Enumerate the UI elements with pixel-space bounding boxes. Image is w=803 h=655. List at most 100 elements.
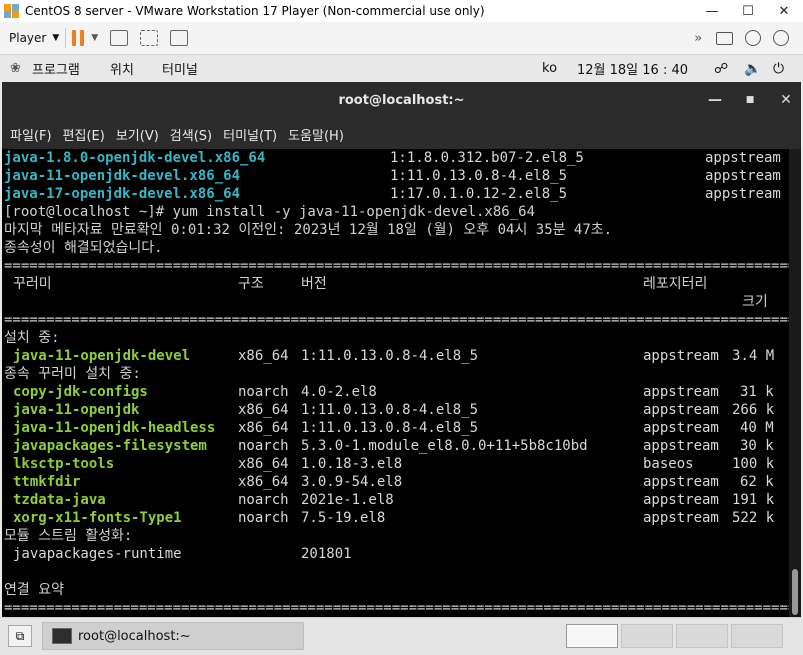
package-version: 1:11.0.13.0.8-4.el8_5 (390, 168, 568, 184)
package-arch: x86_64 (238, 348, 289, 364)
chevron-down-icon: ▼ (91, 33, 99, 43)
package-size: 3.4 M (732, 348, 775, 364)
package-version: 1:17.0.1.0.12-2.el8_5 (390, 186, 568, 202)
vmware-logo-icon (4, 4, 20, 18)
network-button[interactable] (773, 22, 790, 54)
workspace-3[interactable] (676, 624, 728, 648)
package-repo: appstream (643, 492, 719, 508)
terminal-maximize-button[interactable]: ■ (742, 92, 758, 108)
workspace-2[interactable] (621, 624, 673, 648)
taskbar-item-label: root@localhost:~ (78, 628, 191, 644)
show-desktop-button[interactable]: ⧉ (8, 625, 32, 647)
command-prompt-line: [root@localhost ~]# yum install -y java-… (4, 204, 536, 220)
cd-icon (745, 30, 762, 46)
terminal-close-button[interactable]: ✕ (778, 92, 794, 108)
forward-icon: » (694, 30, 703, 46)
module-label: 모듈 스트림 활성화: (4, 528, 133, 544)
terminal-scrollbar[interactable] (789, 149, 801, 617)
places-menu[interactable]: 위치 (110, 59, 134, 78)
menu-edit[interactable]: 편집(E) (63, 125, 105, 144)
network-icon (773, 30, 790, 46)
package-name: ttmkfdir (13, 474, 81, 490)
terminal-scrollbar-thumb[interactable] (792, 569, 798, 615)
close-button[interactable]: ✕ (766, 0, 802, 22)
activities-menu[interactable]: 프로그램 (32, 59, 80, 78)
unity-icon (170, 30, 189, 46)
menu-search[interactable]: 검색(S) (170, 125, 212, 144)
terminal-output[interactable]: java-1.8.0-openjdk-devel.x86_64 1:1.8.0.… (2, 149, 789, 617)
separator-line: ========================================… (4, 600, 789, 616)
package-name: xorg-x11-fonts-Type1 (13, 510, 182, 526)
app-menu[interactable]: 터미널 (162, 59, 198, 78)
terminal-minimize-button[interactable]: — (707, 92, 723, 108)
pause-button[interactable]: ▼ (72, 22, 98, 54)
package-size: 522 k (732, 510, 775, 526)
package-name: copy-jdk-configs (13, 384, 148, 400)
menu-file[interactable]: 파일(F) (10, 125, 52, 144)
package-arch: x86_64 (238, 474, 289, 490)
package-arch: noarch (238, 438, 289, 454)
package-arch: x86_64 (238, 420, 289, 436)
terminal-icon (52, 628, 72, 644)
deps-label: 종속 꾸러미 설치 중: (4, 366, 141, 382)
package-size: 31 k (740, 384, 774, 400)
package-version: 4.0-2.el8 (301, 384, 377, 400)
taskbar-item-terminal[interactable]: root@localhost:~ (42, 622, 304, 650)
input-method-indicator[interactable]: ko (542, 61, 557, 76)
workspace-4[interactable] (731, 624, 783, 648)
send-ctrl-alt-del-button[interactable] (110, 22, 129, 54)
package-repo: appstream (643, 420, 719, 436)
metadata-line: 마지막 메타자료 만료확인 0:01:32 이전인: 2023년 12월 18일… (4, 222, 613, 238)
table-row: ttmkfdir x86_64 3.0.9-54.el8 appstream 6… (4, 473, 774, 491)
network-status-icon[interactable]: ☍ (714, 61, 728, 77)
package-version: 1.0.18-3.el8 (301, 456, 403, 472)
window-title: CentOS 8 server - VMware Workstation 17 … (25, 4, 485, 18)
package-arch: noarch (238, 384, 289, 400)
package-size: 30 k (740, 438, 774, 454)
hard-disk-icon (716, 31, 734, 45)
package-repo: appstream (705, 168, 781, 184)
package-version: 3.0.9-54.el8 (301, 474, 403, 490)
clock[interactable]: 12월 18일 16 : 40 (577, 59, 688, 78)
volume-icon[interactable]: 🔈 (744, 61, 761, 77)
separator-line: ========================================… (4, 312, 789, 328)
package-size: 100 k (732, 456, 775, 472)
player-toolbar: Player ▼ ▼ » (0, 22, 803, 55)
package-repo: appstream (643, 348, 719, 364)
module-name: javapackages-runtime (13, 546, 182, 562)
package-name: java-11-openjdk-devel.x86_64 (4, 168, 241, 184)
package-version: 1:11.0.13.0.8-4.el8_5 (301, 402, 479, 418)
module-stream: 201801 (301, 546, 352, 562)
unity-button[interactable] (170, 22, 189, 54)
package-repo: appstream (705, 150, 781, 166)
hard-disk-button[interactable] (716, 22, 734, 54)
minimize-button[interactable]: — (694, 0, 730, 22)
table-row: tzdata-java noarch 2021e-1.el8 appstream… (4, 491, 774, 509)
package-arch: noarch (238, 510, 289, 526)
package-name: java-11-openjdk-devel (13, 348, 191, 364)
deps-resolved-line: 종속성이 해결되었습니다. (4, 240, 163, 256)
header-size: 크기 (742, 294, 768, 310)
player-menu-button[interactable]: Player ▼ (9, 22, 59, 54)
power-icon[interactable]: ⏻ (773, 61, 784, 77)
maximize-button[interactable]: ☐ (730, 0, 766, 22)
cd-button[interactable] (745, 22, 762, 54)
package-name: java-1.8.0-openjdk-devel.x86_64 (4, 150, 266, 166)
menu-terminal[interactable]: 터미널(T) (223, 125, 277, 144)
vmware-title-bar: CentOS 8 server - VMware Workstation 17 … (0, 0, 803, 22)
package-name: java-17-openjdk-devel.x86_64 (4, 186, 241, 202)
fit-window-button[interactable] (140, 22, 159, 54)
activities-icon: ❀ (10, 61, 21, 76)
package-repo: appstream (643, 474, 719, 490)
forward-button[interactable]: » (694, 22, 702, 54)
pause-icon (72, 30, 85, 46)
header-version: 버전 (301, 276, 327, 292)
gnome-top-bar: ❀ 프로그램 위치 터미널 ko 12월 18일 16 : 40 ☍ 🔈 ⏻ (0, 55, 803, 82)
header-arch: 구조 (238, 276, 264, 292)
package-version: 5.3.0-1.module_el8.0.0+11+5b8c10bd (301, 438, 588, 454)
menu-view[interactable]: 보기(V) (116, 125, 159, 144)
table-row: javapackages-runtime 201801 (4, 545, 352, 563)
workspace-1[interactable] (566, 624, 618, 648)
package-repo: appstream (705, 186, 781, 202)
menu-help[interactable]: 도움말(H) (288, 125, 344, 144)
